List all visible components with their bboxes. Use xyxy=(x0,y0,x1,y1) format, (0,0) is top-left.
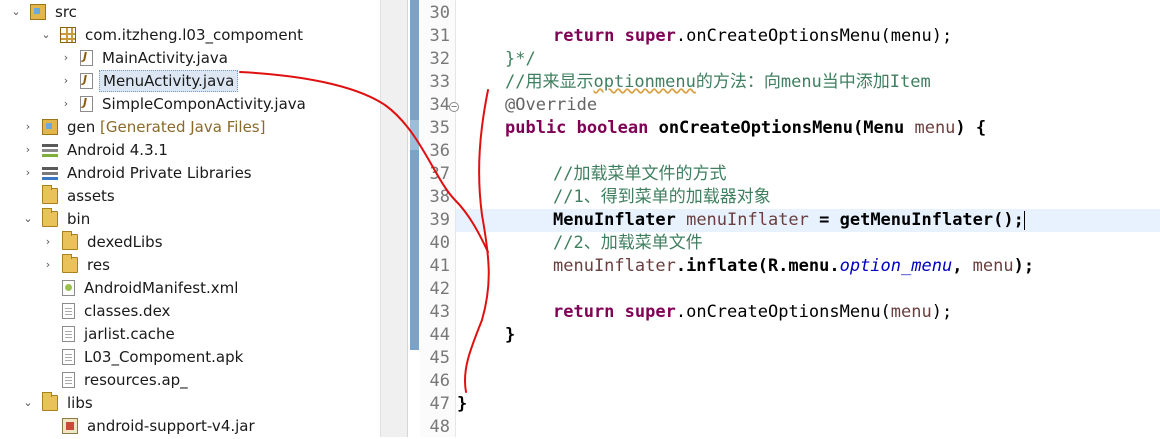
library-icon xyxy=(42,164,58,181)
code-line-38: //1、得到菜单的加载器对象 xyxy=(553,187,771,207)
code-line-34: @Override xyxy=(505,95,598,115)
package-icon xyxy=(60,26,76,43)
code-line-43: return super.onCreateOptionsMenu(menu); xyxy=(553,302,953,322)
code-line-31: return super.onCreateOptionsMenu(menu); xyxy=(553,26,953,46)
tree-item-package[interactable]: ⌄ com.itzheng.l03_compoment xyxy=(40,23,306,46)
line-number: 35 xyxy=(429,118,450,138)
line-number: 42 xyxy=(429,279,450,299)
tree-item-mainactivity[interactable]: › MainActivity.java xyxy=(60,46,231,69)
tree-item-private-libraries[interactable]: › Android Private Libraries xyxy=(22,161,255,184)
tree-item-android-sdk[interactable]: › Android 4.3.1 xyxy=(22,138,171,161)
tree-item-libs[interactable]: ⌄ libs xyxy=(22,391,96,414)
code-line-41: menuInflater.inflate(R.menu.option_menu,… xyxy=(553,256,1035,276)
gen-annotation: [Generated Java Files] xyxy=(100,117,266,136)
line-number: 31 xyxy=(429,26,450,46)
chevron-right-icon[interactable]: › xyxy=(60,97,72,110)
tree-item-gen[interactable]: › gen [Generated Java Files] xyxy=(22,115,268,138)
text-cursor xyxy=(1023,210,1025,230)
line-number: 48 xyxy=(429,417,450,437)
folder-icon xyxy=(42,184,58,204)
panel-splitter[interactable] xyxy=(380,0,408,437)
tree-item-jarlist-cache[interactable]: jarlist.cache xyxy=(42,322,178,345)
line-number: 43 xyxy=(429,302,450,322)
line-number: 46 xyxy=(429,371,450,391)
java-file-icon xyxy=(80,72,93,89)
tree-item-classes-dex[interactable]: classes.dex xyxy=(42,299,173,322)
tree-item-android-support-jar[interactable]: android-support-v4.jar xyxy=(42,414,258,437)
folder-icon xyxy=(62,253,78,273)
source-folder-icon xyxy=(30,3,46,20)
code-line-44: } xyxy=(505,325,516,345)
gen-label: gen xyxy=(67,117,96,136)
line-number: 36 xyxy=(429,141,450,161)
chevron-right-icon[interactable]: › xyxy=(22,143,34,156)
code-line-37: //加载菜单文件的方式 xyxy=(553,164,727,184)
chevron-right-icon[interactable]: › xyxy=(60,51,72,64)
chevron-down-icon[interactable]: ⌄ xyxy=(22,212,34,225)
code-line-32: }*/ xyxy=(505,49,536,69)
chevron-right-icon[interactable]: › xyxy=(22,166,34,179)
java-file-icon xyxy=(80,95,93,112)
line-number: 34 xyxy=(429,95,450,115)
line-number: 37 xyxy=(429,164,450,184)
line-number: 38 xyxy=(429,187,450,207)
chevron-right-icon[interactable]: › xyxy=(42,258,54,271)
chevron-right-icon[interactable]: › xyxy=(22,120,34,133)
chevron-down-icon[interactable]: ⌄ xyxy=(22,396,34,409)
code-line-35: public boolean onCreateOptionsMenu(Menu … xyxy=(505,118,987,138)
chevron-down-icon[interactable]: ⌄ xyxy=(40,28,52,41)
package-explorer: ⌄ src ⌄ com.itzheng.l03_compoment › Main… xyxy=(0,0,380,437)
jar-file-icon xyxy=(62,417,78,434)
line-number-gutter: 30 31 32 33 34 35 36 37 38 39 40 41 42 4… xyxy=(420,0,459,437)
file-icon xyxy=(62,325,75,342)
tree-item-assets[interactable]: assets xyxy=(22,184,118,207)
tree-item-dexedlibs[interactable]: › dexedLibs xyxy=(42,230,166,253)
code-line-47: } xyxy=(457,394,468,414)
tree-item-bin[interactable]: ⌄ bin xyxy=(22,207,93,230)
folder-icon xyxy=(62,230,78,250)
tree-item-apk[interactable]: L03_Compoment.apk xyxy=(42,345,246,368)
line-number: 45 xyxy=(429,348,450,368)
file-icon xyxy=(62,371,75,388)
line-number: 33 xyxy=(429,72,450,92)
line-number: 40 xyxy=(429,233,450,253)
line-number: 32 xyxy=(429,49,450,69)
line-number: 30 xyxy=(429,3,450,23)
file-icon xyxy=(62,348,75,365)
library-icon xyxy=(42,141,58,158)
tree-item-androidmanifest[interactable]: AndroidManifest.xml xyxy=(42,276,241,299)
source-folder-icon xyxy=(42,118,58,135)
chevron-right-icon[interactable]: › xyxy=(60,74,72,87)
code-line-40: //2、加载菜单文件 xyxy=(553,233,703,253)
line-number: 44 xyxy=(429,325,450,345)
chevron-right-icon[interactable]: › xyxy=(42,235,54,248)
code-line-39: MenuInflater menuInflater = getMenuInfla… xyxy=(553,210,1025,230)
tree-item-src[interactable]: ⌄ src xyxy=(10,0,80,23)
folder-icon xyxy=(42,391,58,411)
change-marker-bar xyxy=(410,0,419,350)
tree-item-res[interactable]: › res xyxy=(42,253,113,276)
code-editor[interactable]: return super.onCreateOptionsMenu(menu); … xyxy=(456,0,1160,437)
folder-icon xyxy=(42,207,58,227)
line-number: 39 xyxy=(429,210,450,230)
code-line-33: //用来显示optionmenu的方法：向menu当中添加Item xyxy=(505,72,931,92)
file-icon xyxy=(62,302,75,319)
tree-item-simplecomponactivity[interactable]: › SimpleComponActivity.java xyxy=(60,92,309,115)
tree-item-resources-ap[interactable]: resources.ap_ xyxy=(42,368,191,391)
xml-file-icon xyxy=(62,279,75,296)
java-file-icon xyxy=(80,49,93,66)
line-number: 41 xyxy=(429,256,450,276)
chevron-down-icon[interactable]: ⌄ xyxy=(10,5,22,18)
tree-item-menuactivity[interactable]: › MenuActivity.java xyxy=(60,69,239,92)
line-number: 47 xyxy=(429,394,450,414)
